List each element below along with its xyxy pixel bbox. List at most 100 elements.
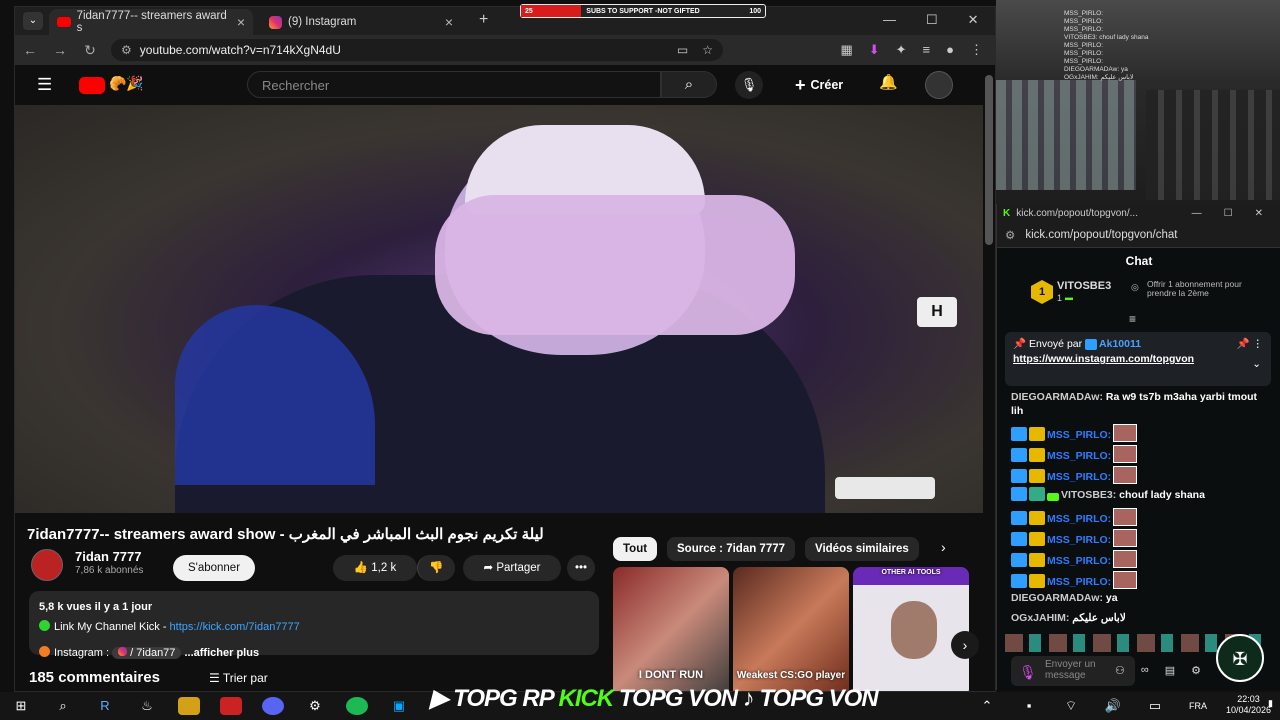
close-window-icon[interactable]: ✕ [1255, 208, 1263, 219]
app-box-icon[interactable]: ▣ [388, 697, 410, 715]
kick-link[interactable]: https://kick.com/7idan7777 [170, 621, 300, 633]
app-r-icon[interactable]: R [94, 697, 116, 715]
settings-gear-icon[interactable]: ⚙ [1191, 664, 1201, 677]
site-info-icon[interactable]: ⚙ [1005, 228, 1015, 242]
thumbnail-2[interactable]: Weakest CS:GO player [733, 567, 849, 691]
forward-icon[interactable]: → [45, 42, 75, 58]
new-tab-button[interactable]: + [479, 11, 488, 29]
expand-pinned-icon[interactable]: ⌄ [1252, 358, 1261, 370]
notification-icon[interactable]: ▮ [1268, 698, 1273, 709]
minimize-icon[interactable]: — [1192, 208, 1202, 219]
account-avatar[interactable] [925, 71, 953, 99]
expand-leaderboard-icon[interactable]: ≡ [1129, 312, 1136, 326]
close-tab-icon[interactable]: × [237, 14, 245, 30]
battery-icon[interactable]: ▭ [1144, 697, 1166, 715]
instagram-handle-chip[interactable]: / 7idan77 [112, 647, 182, 659]
voice-search-icon[interactable]: 🎙 [735, 71, 763, 99]
page-scrollbar[interactable] [985, 75, 993, 245]
taskbar-search-icon[interactable]: ⌕ [52, 697, 74, 715]
spotify-icon[interactable] [346, 697, 368, 715]
puzzle-icon[interactable]: ✦ [896, 42, 907, 58]
sort-comments-button[interactable]: ☰ Trier par [209, 671, 268, 685]
address-bar[interactable]: ⚙ youtube.com/watch?v=n714kXgN4dU ▭ ☆ [111, 39, 723, 61]
store-icon[interactable]: ▤ [1165, 664, 1175, 677]
chips-next-icon[interactable]: › [941, 539, 946, 555]
pinned-link[interactable]: https://www.instagram.com/topgvon [1013, 353, 1233, 365]
close-window-icon[interactable]: ✕ [968, 12, 979, 28]
taskbar-clock[interactable]: 22:03 10/04/2026 [1226, 694, 1271, 716]
chip-source[interactable]: Source : 7idan 7777 [667, 537, 796, 561]
chat-user[interactable]: MSS_PIRLO: [1047, 513, 1111, 525]
chat-user[interactable]: VITOSBE3: [1061, 489, 1116, 501]
chip-similar[interactable]: Vidéos similaires [805, 537, 919, 561]
pin-options-icon[interactable]: 📌 ⋮ [1237, 337, 1264, 350]
tab-instagram[interactable]: (9) Instagram × [261, 9, 461, 35]
chat-user[interactable]: MSS_PIRLO: [1047, 534, 1111, 546]
steam-icon[interactable]: ⚙ [304, 697, 326, 715]
wifi-icon[interactable]: ⌔ [1060, 697, 1082, 715]
app-steam-icon[interactable]: ♨ [136, 697, 158, 715]
leader-name[interactable]: VITOSBE3 [1057, 280, 1111, 292]
back-icon[interactable]: ← [15, 42, 45, 58]
pinned-message[interactable]: 📌 Envoyé par Ak10011 📌 ⋮ https://www.inst… [1005, 332, 1271, 386]
menu-dots-icon[interactable]: ⋮ [970, 42, 983, 58]
subscribe-button[interactable]: S'abonner [173, 555, 255, 581]
thumbnail-3[interactable]: OTHER AI TOOLS [853, 567, 969, 691]
bookmark-star-icon[interactable]: ☆ [702, 43, 713, 57]
chat-user[interactable]: MSS_PIRLO: [1047, 471, 1111, 483]
chat-user[interactable]: MSS_PIRLO: [1047, 576, 1111, 588]
reload-icon[interactable]: ↻ [75, 42, 105, 59]
chat-user[interactable]: DIEGOARMADAw: [1011, 391, 1103, 403]
profile-icon[interactable]: ● [946, 42, 954, 58]
maximize-icon[interactable]: ☐ [926, 12, 938, 28]
mic-icon[interactable]: 🎙 [1019, 664, 1037, 681]
gift-sub-prompt[interactable]: Offrir 1 abonnement pour prendre la 2ème [1147, 280, 1243, 298]
chat-user[interactable]: DIEGOARMADAw: [1011, 592, 1103, 604]
more-actions-button[interactable]: ••• [567, 555, 595, 581]
extension-icon[interactable]: ▦ [840, 42, 852, 58]
search-button[interactable]: ⌕ [661, 71, 717, 98]
close-tab-icon[interactable]: × [445, 14, 453, 30]
chat-user[interactable]: MSS_PIRLO: [1047, 555, 1111, 567]
language-indicator[interactable]: FRA [1186, 697, 1210, 715]
hamburger-menu-icon[interactable]: ☰ [37, 75, 52, 95]
file-explorer-icon[interactable] [178, 697, 200, 715]
pinned-user[interactable]: Ak10011 [1099, 338, 1141, 350]
discord-icon[interactable] [262, 697, 284, 715]
cast-icon[interactable]: ▭ [677, 43, 688, 57]
channel-avatar[interactable] [31, 549, 63, 581]
minimize-icon[interactable]: — [883, 12, 896, 28]
dislike-button[interactable]: 👎 [417, 555, 455, 581]
download-icon[interactable]: ⬇ [869, 42, 880, 58]
kick-address-bar[interactable]: ⚙ kick.com/popout/topgvon/chat [997, 222, 1280, 248]
like-button[interactable]: 👍 1,2 k [333, 555, 417, 581]
tab-youtube[interactable]: 7idan7777-- streamers award s × [49, 9, 253, 35]
channel-name[interactable]: 7idan 7777 [75, 549, 142, 564]
tray-chevron-icon[interactable]: ⌃ [976, 697, 998, 715]
link-icon[interactable]: ∞ [1141, 664, 1149, 677]
volume-icon[interactable]: 🔊 [1102, 697, 1124, 715]
users-icon[interactable]: ⚇ [1115, 664, 1125, 677]
windows-start-icon[interactable]: ⊞ [10, 697, 32, 715]
video-player[interactable]: H [15, 105, 983, 513]
site-info-icon[interactable]: ⚙ [121, 43, 132, 57]
notifications-bell-icon[interactable]: 🔔 [879, 73, 898, 91]
carousel-next-icon[interactable]: › [951, 631, 979, 659]
show-more-link[interactable]: ...afficher plus [184, 647, 259, 659]
thumbnail-1[interactable]: I DONT RUN [613, 567, 729, 691]
maximize-icon[interactable]: ☐ [1224, 208, 1233, 219]
description-box[interactable]: 5,8 k vues il y a 1 jour Link My Channel… [29, 591, 599, 659]
chat-user[interactable]: OGxJAHIM: [1011, 612, 1069, 624]
share-button[interactable]: ➦ Partager [463, 555, 561, 581]
create-button[interactable]: + Créer [795, 71, 843, 99]
youtube-logo-icon[interactable] [79, 77, 105, 94]
chip-all[interactable]: Tout [613, 537, 658, 561]
chat-user[interactable]: MSS_PIRLO: [1047, 450, 1111, 462]
tab-list-button[interactable]: ⌄ [23, 12, 43, 30]
doodle-logo-icon[interactable]: 🥐🎉 [109, 75, 144, 92]
chat-user[interactable]: MSS_PIRLO: [1047, 429, 1111, 441]
search-input[interactable]: Rechercher [247, 71, 661, 98]
voicemeeter-icon[interactable] [220, 697, 242, 715]
media-control-icon[interactable]: ≡ [923, 42, 931, 58]
tray-app-icon[interactable]: ▪ [1018, 697, 1040, 715]
